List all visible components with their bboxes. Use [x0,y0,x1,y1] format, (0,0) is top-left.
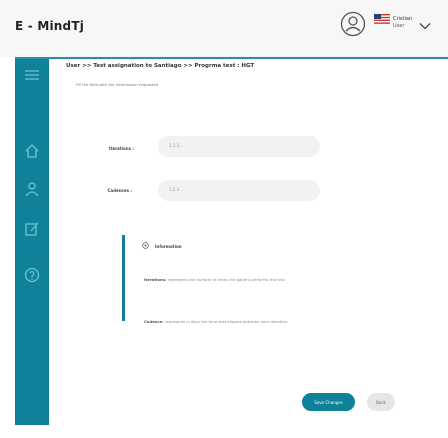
home-icon[interactable] [24,143,40,159]
sidebar [15,59,49,425]
user-name: Cristian [393,16,413,22]
cadence-description: Cadence: represents in days the time tha… [144,319,396,325]
information-panel: Information Iterations: represents the n… [122,235,402,324]
user-icon[interactable] [340,11,366,37]
chevron-down-icon[interactable] [419,22,431,30]
iterations-term: Iterations: [144,277,167,282]
info-icon [142,242,149,249]
header-divider [15,57,448,59]
cadence-term: Cadence: [144,319,164,324]
app-title: E - MindTj [15,19,85,33]
cadence-text: represents in days the time that elapses… [164,319,289,324]
information-accent-bar [122,235,125,321]
menu-icon[interactable] [24,67,40,83]
profile-icon[interactable] [24,181,40,197]
form-hint: Fill the field with the information requ… [76,82,159,87]
iterations-label: Iterations : [108,146,134,151]
help-icon[interactable] [24,267,40,283]
cadences-label: Cadences : [107,188,132,193]
save-changes-button[interactable]: Save Changes [302,393,355,411]
user-role: User [393,23,405,29]
information-title: Information [155,244,182,249]
iterations-input[interactable]: 1.2.3... [158,136,320,157]
back-button[interactable]: Back [367,393,395,411]
iterations-description: Iterations: represents the number of tim… [144,277,396,283]
flag-icon [374,14,390,24]
breadcrumb: User >> Test assignation to Santiago >> … [66,63,255,69]
cadences-placeholder: 1.2.3... [169,187,183,192]
iterations-text: represents the number of times the patie… [167,277,286,282]
top-bar: E - MindTj Cristian User [0,0,448,57]
cadences-input[interactable]: 1.2.3... [158,180,320,201]
iterations-placeholder: 1.2.3... [169,143,183,148]
edit-icon[interactable] [24,221,40,237]
